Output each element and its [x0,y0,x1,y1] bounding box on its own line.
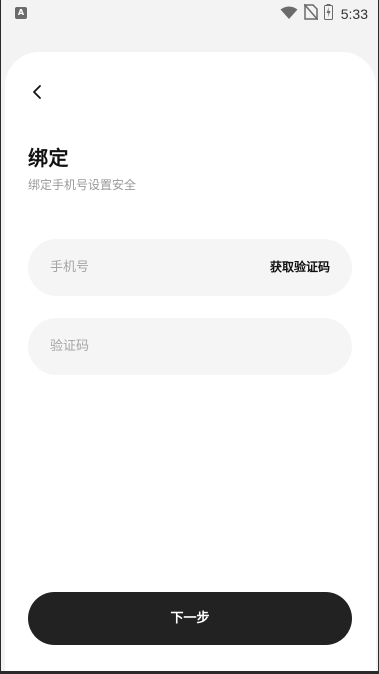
battery-charging-icon [323,4,333,24]
status-bar: A 5:33 [1,0,378,28]
wifi-icon [280,5,298,24]
app-notification-icon: A [15,7,27,19]
app-screen: A 5:33 绑定 绑定手机号设置安全 手机号 获取验证码 验证码 下一步 [0,0,379,674]
status-time: 5:33 [340,6,368,22]
status-icons: 5:33 [280,3,368,24]
code-field [28,318,352,375]
chevron-left-icon [31,84,43,104]
phone-input[interactable] [50,239,260,296]
next-button[interactable]: 下一步 [28,592,352,645]
page-subtitle: 绑定手机号设置安全 [28,178,137,192]
verification-code-input[interactable] [50,318,330,375]
page-title: 绑定 [28,146,69,170]
phone-field: 获取验证码 [28,239,352,296]
back-button[interactable] [25,82,49,106]
bind-phone-sheet: 绑定 绑定手机号设置安全 获取验证码 下一步 [5,52,376,674]
get-code-button[interactable]: 获取验证码 [270,239,330,296]
no-sim-icon [303,3,319,24]
